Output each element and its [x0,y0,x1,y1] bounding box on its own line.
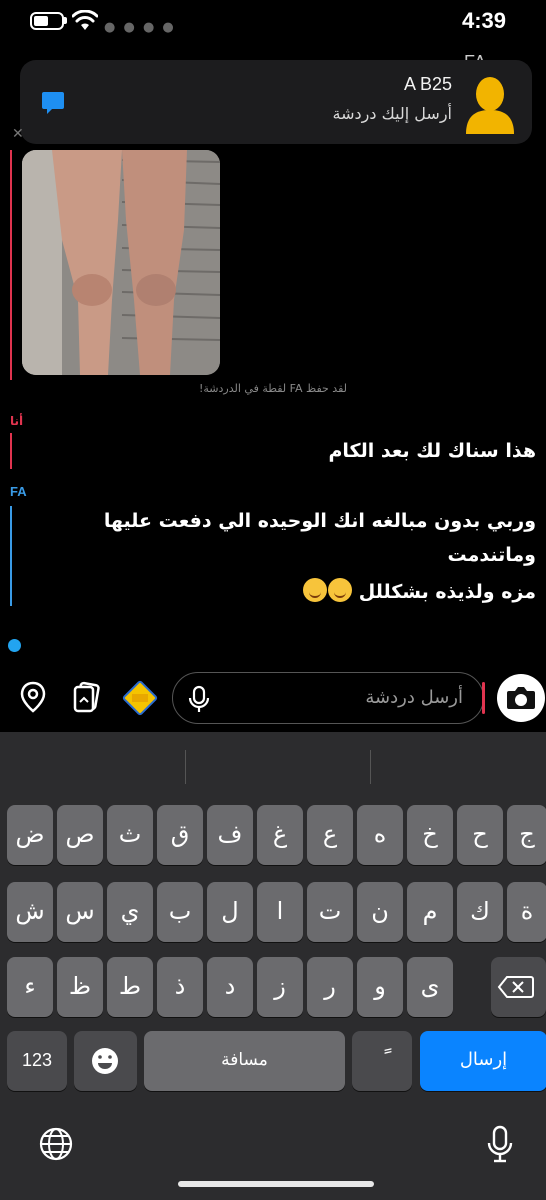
key[interactable]: و [357,957,403,1017]
smiling-emoji-icon [328,578,353,602]
battery-icon [30,12,64,30]
key[interactable]: ج [507,805,546,865]
my-message-bar [10,150,12,380]
bitmoji-icon[interactable] [120,678,160,718]
key[interactable]: ح [457,805,503,865]
emoji-icon [92,1048,118,1074]
status-time: 4:39 [461,8,506,33]
key[interactable]: ق [157,805,203,865]
smiling-emoji-icon [303,578,328,602]
status-bar: ● ● ● ● 4:39 [0,0,546,50]
key[interactable]: غ [257,805,303,865]
delete-key[interactable] [491,957,546,1017]
fa-message-line-3: مزه ولذيذه بشكللل [302,578,536,603]
my-message: هذا سناك لك بعد الكام [328,440,536,462]
key[interactable]: ظ [57,957,103,1017]
key[interactable]: ص [57,805,103,865]
snap-photo[interactable] [22,150,220,375]
chat-input-placeholder: أرسل دردشة [365,687,463,708]
memories-icon[interactable] [70,680,104,714]
text-cursor [482,682,485,714]
key[interactable]: ف [207,805,253,865]
wifi-icon [72,10,98,30]
location-pin-icon[interactable] [16,680,50,714]
key[interactable]: س [57,882,103,942]
fa-message-bar [10,506,12,606]
snap-image [22,150,220,375]
key[interactable]: ن [357,882,403,942]
key[interactable]: ى [407,957,453,1017]
sender-label-fa: FA [10,484,27,499]
key[interactable]: ذ [157,957,203,1017]
camera-icon [507,687,535,709]
space-key[interactable]: مسافة [144,1031,345,1091]
key[interactable]: ع [307,805,353,865]
chat-input-row: أرسل دردشة [0,664,546,732]
my-message-bar-2 [10,433,12,469]
default-avatar-icon [466,77,514,134]
key[interactable]: ط [107,957,153,1017]
fa-message-line-3-text: مزه ولذيذه بشكللل [358,581,536,603]
key[interactable]: ش [7,882,53,942]
key[interactable]: ل [207,882,253,942]
send-key[interactable]: إرسال [420,1031,546,1091]
emoji-key[interactable] [74,1031,137,1091]
saved-note: لقد حفظ FA لقطة في الدردشة! [198,382,347,395]
camera-button[interactable] [497,674,545,722]
typing-indicator-dot [8,639,21,652]
key[interactable]: ا [257,882,303,942]
key[interactable]: ض [7,805,53,865]
key[interactable]: ث [107,805,153,865]
notification-title: A B25 [403,74,452,94]
chat-bubble-icon [42,92,64,114]
signal-icon: ● ● ● ● [104,20,176,35]
key[interactable]: ة [507,882,546,942]
key[interactable]: ت [307,882,353,942]
dictation-mic-icon[interactable] [486,1124,514,1164]
key[interactable]: ه [357,805,403,865]
key[interactable]: خ [407,805,453,865]
fa-message-line-2: وماتندمت [447,544,536,566]
notification-banner[interactable]: A B25 أرسل إليك دردشة [20,60,532,144]
key[interactable]: ك [457,882,503,942]
home-indicator[interactable] [178,1181,374,1187]
microphone-icon[interactable] [187,685,211,713]
notification-body: أرسل إليك دردشة [332,104,452,123]
key[interactable]: ز [257,957,303,1017]
key[interactable]: م [407,882,453,942]
globe-icon[interactable] [38,1126,74,1162]
key[interactable]: ء [7,957,53,1017]
numbers-key[interactable]: 123 [7,1031,67,1091]
key[interactable]: د [207,957,253,1017]
diacritic-key[interactable]: ً [352,1031,412,1091]
close-icon[interactable]: ✕ [12,126,24,142]
key[interactable]: ر [307,957,353,1017]
sender-label-me: أنا [10,414,24,428]
fa-message-line-1: وربي بدون مبالغه انك الوحيده الي دفعت عل… [103,510,536,532]
backspace-icon [497,976,534,998]
chat-input-field[interactable]: أرسل دردشة [172,672,484,724]
key[interactable]: ي [107,882,153,942]
key[interactable]: ب [157,882,203,942]
